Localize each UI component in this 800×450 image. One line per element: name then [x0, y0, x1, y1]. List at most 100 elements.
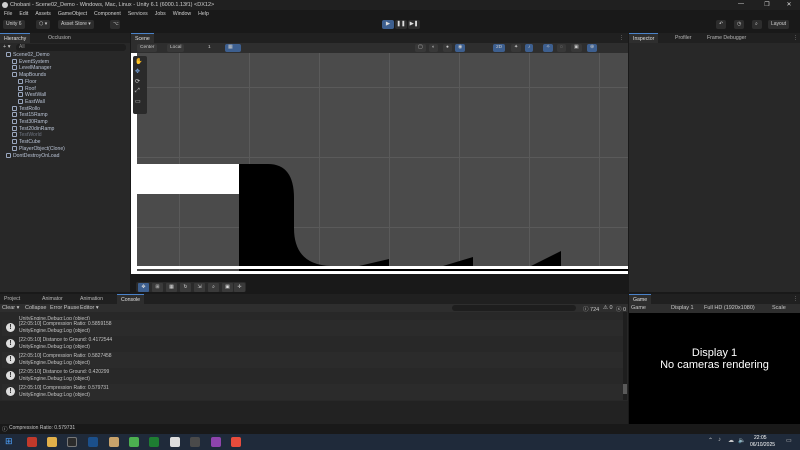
tab-game[interactable]: Game — [629, 294, 652, 304]
undo-history-icon[interactable]: ↶ — [716, 20, 726, 29]
hierarchy-item[interactable]: EastWall — [18, 98, 45, 106]
overlay-camera-icon[interactable]: ▣ — [222, 282, 233, 292]
step-button[interactable]: ▶❚ — [408, 20, 420, 29]
hierarchy-item[interactable]: WestWall — [18, 92, 46, 99]
terminal-icon[interactable] — [67, 437, 77, 447]
gizmos-toggle-icon[interactable]: ⊕ — [587, 44, 598, 52]
search-icon[interactable]: ⌕ — [752, 20, 762, 29]
audio-toggle-icon[interactable]: ♪ — [525, 44, 534, 52]
status-text[interactable]: Compression Ratio: 0.579731 — [9, 425, 75, 431]
gizmo-draw-mode-icon[interactable]: ▢ — [415, 44, 426, 52]
scale-tool-icon[interactable]: ⤢ — [135, 88, 140, 95]
hierarchy-item[interactable]: Test15Ramp — [12, 112, 48, 119]
camera-settings-icon[interactable]: ▣ — [571, 44, 582, 52]
overlay-scale-icon[interactable]: ⇲ — [194, 282, 205, 292]
tab-scene[interactable]: Scene — [131, 33, 154, 43]
rotate-tool-icon[interactable]: ⟳ — [135, 78, 140, 85]
overlay-rotate-icon[interactable]: ↻ — [180, 282, 191, 292]
menu-edit[interactable]: Edit — [19, 11, 28, 17]
layout-dropdown[interactable]: Layout — [768, 20, 790, 29]
play-button[interactable]: ▶ — [382, 20, 394, 29]
explorer-icon[interactable] — [47, 437, 57, 447]
grid-count[interactable]: 1 — [205, 44, 214, 52]
taskbar-time[interactable]: 22:05 — [754, 435, 767, 441]
menu-help[interactable]: Help — [198, 11, 209, 17]
overlay-more-icon[interactable]: ✛ — [234, 282, 245, 292]
app-icon-5[interactable] — [109, 437, 119, 447]
hierarchy-item[interactable]: Test20dinRamp — [12, 125, 54, 133]
2d-mode-button[interactable]: 2D — [493, 44, 506, 52]
app-icon-11[interactable] — [231, 437, 241, 447]
tab-animation[interactable]: Animation — [76, 294, 107, 304]
tab-profiler[interactable]: Profiler — [671, 33, 695, 43]
account-button[interactable]: Unity 6 — [3, 20, 25, 29]
scale-slider[interactable]: Scale — [772, 305, 786, 311]
console-scroll-thumb[interactable] — [623, 384, 627, 394]
history-icon[interactable]: ◷ — [734, 20, 744, 29]
tab-project[interactable]: Project — [0, 294, 24, 304]
overlay-move-icon[interactable]: ✥ — [138, 282, 149, 292]
collab-button[interactable]: ⬡ ▾ — [36, 20, 51, 29]
tray-network-icon[interactable]: ☁ — [728, 437, 734, 444]
inspector-more-icon[interactable]: ⋮ — [793, 35, 798, 41]
hierarchy-item[interactable]: MapBounds — [12, 72, 46, 79]
console-entry[interactable]: ! [22:05:10] Compression Ratio: 0.585915… — [2, 320, 625, 336]
tab-frame-debugger[interactable]: Frame Debugger — [703, 33, 750, 43]
game-viewport[interactable]: Display 1 No cameras rendering — [629, 313, 800, 430]
game-more-icon[interactable]: ⋮ — [793, 296, 798, 302]
console-scrollbar[interactable] — [623, 312, 627, 400]
tray-volume-icon[interactable]: 🔈 — [738, 437, 745, 444]
resolution-dropdown[interactable]: Full HD (1920x1080) — [704, 305, 755, 311]
grid-toggle-icon[interactable]: ▦ — [225, 44, 241, 52]
tab-animator[interactable]: Animator — [38, 294, 67, 304]
maximize-button[interactable]: ❐ — [756, 1, 778, 9]
scene-more-icon[interactable]: ⋮ — [619, 35, 624, 41]
hierarchy-item[interactable]: Test30Ramp — [12, 119, 48, 126]
unity-hub-icon[interactable] — [170, 437, 180, 447]
console-entry[interactable]: ! [22:05:10] Compression Ratio: 0.579731… — [2, 384, 625, 400]
tab-inspector[interactable]: Inspector — [629, 33, 659, 43]
hierarchy-item[interactable]: EventSystem — [12, 58, 49, 66]
add-object-button[interactable]: + ▾ — [3, 44, 11, 50]
hierarchy-item[interactable]: TestWorld — [12, 132, 42, 139]
menu-file[interactable]: File — [4, 11, 12, 17]
tray-chevron-icon[interactable]: ⌃ — [708, 437, 713, 444]
console-entry[interactable]: ! [22:05:10] Distance to Ground: 0.41725… — [2, 336, 625, 352]
menu-jobs[interactable]: Jobs — [155, 11, 166, 17]
asset-store-button[interactable]: Asset Store ▾ — [58, 20, 94, 29]
effects-toggle-icon[interactable]: ✧ — [543, 44, 554, 52]
taskbar-date[interactable]: 06/10/2025 — [750, 442, 775, 448]
menu-assets[interactable]: Assets — [35, 11, 51, 17]
overlay-grid-icon[interactable]: ▦ — [166, 282, 177, 292]
menu-services[interactable]: Services — [128, 11, 148, 17]
menu-component[interactable]: Component — [94, 11, 121, 17]
lighting-toggle-icon[interactable]: ✦ — [511, 44, 522, 52]
hierarchy-item[interactable]: DontDestroyOnLoad — [6, 152, 59, 160]
steam-icon[interactable] — [88, 437, 98, 447]
rect-tool-icon[interactable]: ▭ — [135, 98, 141, 105]
hierarchy-item[interactable]: Floor — [18, 78, 37, 86]
space-dropdown[interactable]: Local — [167, 44, 185, 52]
console-entry[interactable]: ! [22:05:10] Distance to Ground: 0.42029… — [2, 368, 625, 384]
overlay-snap-icon[interactable]: ⊞ — [152, 282, 163, 292]
overlay-view-icon[interactable]: ⌕ — [208, 282, 219, 292]
console-entry[interactable]: ! [22:05:10] Compression Ratio: 0.582745… — [2, 352, 625, 368]
hierarchy-search-input[interactable]: All — [16, 44, 126, 51]
tray-audio-icon[interactable]: ♪ — [718, 437, 721, 443]
minimize-button[interactable]: — — [730, 1, 752, 9]
shading-lit-icon[interactable]: ◉ — [455, 44, 466, 52]
scene-viewport[interactable] — [131, 53, 628, 274]
hand-tool-icon[interactable]: ✋ — [135, 58, 142, 65]
hierarchy-item[interactable]: TestCube — [12, 139, 41, 146]
start-icon[interactable]: ⊞ — [5, 436, 13, 447]
hierarchy-item[interactable]: Roof — [18, 85, 36, 93]
tab-console[interactable]: Console — [117, 294, 145, 304]
app-icon-6[interactable] — [129, 437, 139, 447]
hidden-objects-icon[interactable]: ◌ — [557, 44, 566, 52]
hierarchy-item[interactable]: Scene02_Demo — [6, 52, 50, 59]
excel-icon[interactable] — [149, 437, 159, 447]
pause-button[interactable]: ❚❚ — [395, 20, 407, 29]
menu-window[interactable]: Window — [173, 11, 191, 17]
move-tool-icon[interactable]: ✥ — [135, 68, 140, 75]
shading-solid-icon[interactable]: ● — [443, 44, 452, 52]
